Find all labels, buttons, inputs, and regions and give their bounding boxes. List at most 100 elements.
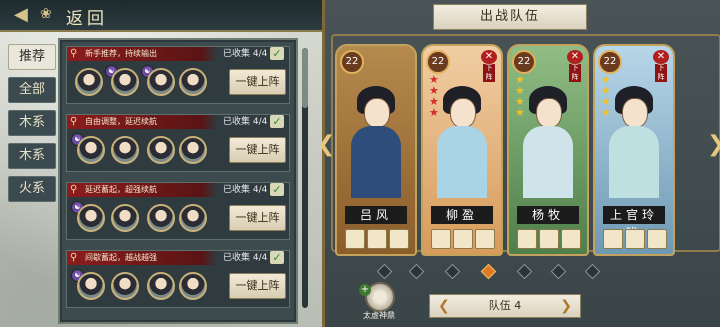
list-scrollbar[interactable] (302, 48, 308, 308)
hero-avatar[interactable] (111, 272, 139, 300)
equipment-slot[interactable] (345, 229, 365, 249)
equipment-slot[interactable] (453, 229, 473, 249)
hero-avatar[interactable] (179, 272, 207, 300)
hero-avatar[interactable] (111, 68, 139, 96)
check-icon: ✓ (270, 183, 284, 196)
card-title: 自由调整，延迟续航 (85, 117, 157, 126)
level-badge: 22 (340, 50, 364, 74)
tab-fire[interactable]: 火系 (8, 176, 56, 202)
equipment-slot[interactable] (367, 229, 387, 249)
lineup-card: ⚲ 间歇蓄起，越战越强 已收集 4/4 ✓ ☯ 一键上阵 (66, 250, 290, 308)
team-selector[interactable]: ❮ 队伍 4 ❯ (429, 294, 581, 318)
hero-avatar[interactable] (179, 136, 207, 164)
back-label[interactable]: 返回 (66, 4, 108, 29)
tab-wood-2[interactable]: 木系 (8, 143, 56, 169)
team-next-icon[interactable]: ❯ (560, 295, 572, 317)
equipment-slot[interactable] (561, 229, 581, 249)
remove-icon[interactable]: ✕ (567, 50, 583, 64)
quick-deploy-button[interactable]: 一键上阵 (229, 137, 286, 163)
prev-arrow-icon[interactable]: ❮ (317, 134, 335, 156)
team-label: 队伍 4 (488, 299, 522, 312)
magnifier-icon[interactable]: ⚲ (70, 251, 77, 265)
team-prev-icon[interactable]: ❮ (438, 295, 450, 317)
collected-count: 已收集 4/4 (223, 49, 268, 59)
lineup-card: ⚲ 自由调整，延迟续航 已收集 4/4 ✓ ☯ 一键上阵 (66, 114, 290, 172)
equipment-slot[interactable] (603, 229, 623, 249)
swirl-icon: ❀ (40, 6, 52, 22)
hero-slot-2[interactable]: 22 ★ ★ ★ ★ ✕ 下阵 柳盈 (421, 44, 503, 256)
hero-avatar[interactable] (147, 136, 175, 164)
scrollbar-thumb[interactable] (302, 48, 308, 108)
page-dot[interactable] (550, 263, 567, 280)
page-dot[interactable] (444, 263, 461, 280)
hero-avatar[interactable] (179, 68, 207, 96)
hero-face (622, 98, 648, 128)
magnifier-icon[interactable]: ⚲ (70, 183, 77, 197)
collected-count: 已收集 4/4 (223, 253, 268, 263)
collected-count: 已收集 4/4 (223, 117, 268, 127)
hero-avatar[interactable] (147, 272, 175, 300)
level-badge: 22 (512, 50, 536, 74)
quick-deploy-button[interactable]: 一键上阵 (229, 69, 286, 95)
equipment-slot[interactable] (539, 229, 559, 249)
equipment-slot[interactable] (517, 229, 537, 249)
card-title: 延迟蓄起，超强续航 (85, 185, 157, 194)
team-panel: 出战队伍 ❮ ❯ 22 吕风 22 ★★★★ ✕ 下阵 柳盈 22 ★★★★ (317, 0, 720, 327)
add-icon[interactable]: + (359, 284, 371, 296)
magnifier-icon[interactable]: ⚲ (70, 47, 77, 61)
lineup-list: ⚲ 新手推荐，持续输出 已收集 4/4 ✓ ☯ ☯ 一键上阵 ⚲ 自由调整，延迟… (58, 38, 298, 324)
hero-avatar[interactable] (77, 136, 105, 164)
equipment-slot[interactable] (647, 229, 667, 249)
lineup-card: ⚲ 新手推荐，持续输出 已收集 4/4 ✓ ☯ ☯ 一键上阵 (66, 46, 290, 104)
hero-portrait (609, 80, 659, 198)
check-icon: ✓ (270, 115, 284, 128)
equipment-slot[interactable] (475, 229, 495, 249)
tab-wood-1[interactable]: 木系 (8, 110, 56, 136)
hero-avatar[interactable] (111, 136, 139, 164)
collected-count: 已收集 4/4 (223, 185, 268, 195)
equipment-slot[interactable] (389, 229, 409, 249)
tab-recommended[interactable]: 推荐 (8, 44, 56, 70)
equipment-slot[interactable] (625, 229, 645, 249)
hero-portrait (437, 80, 487, 198)
hero-avatar[interactable] (147, 68, 175, 96)
hero-avatars: ☯ (71, 201, 211, 235)
hero-name: 吕风 (345, 206, 407, 224)
card-header: ⚲ 自由调整，延迟续航 (67, 115, 217, 129)
card-header: ⚲ 间歇蓄起，越战越强 (67, 251, 217, 265)
page-dot[interactable] (584, 263, 601, 280)
magnifier-icon[interactable]: ⚲ (70, 115, 77, 129)
hero-avatar[interactable] (75, 68, 103, 96)
hero-avatar[interactable] (77, 272, 105, 300)
card-header: ⚲ 新手推荐，持续输出 (67, 47, 217, 61)
hero-avatar[interactable] (77, 204, 105, 232)
level-badge: 22 (598, 50, 622, 74)
back-arrow-icon[interactable]: ◀ (14, 5, 36, 25)
hero-slot-4[interactable]: 22 ★★★★ ✕ 下阵 上官玲珑 (593, 44, 675, 256)
back-bar[interactable]: ◀ ❀ 返回 (0, 0, 330, 32)
page-dot[interactable] (408, 263, 425, 280)
hero-name: 柳盈 (431, 206, 493, 224)
check-icon: ✓ (270, 47, 284, 60)
next-arrow-icon[interactable]: ❯ (707, 134, 720, 156)
hero-avatar[interactable] (111, 204, 139, 232)
card-title: 新手推荐，持续输出 (85, 49, 157, 58)
remove-icon[interactable]: ✕ (481, 50, 497, 64)
quick-deploy-button[interactable]: 一键上阵 (229, 205, 286, 231)
hero-slot-1[interactable]: 22 吕风 (335, 44, 417, 256)
hero-avatar[interactable] (179, 204, 207, 232)
hero-avatar[interactable] (147, 204, 175, 232)
page-dot[interactable] (376, 263, 393, 280)
tab-all[interactable]: 全部 (8, 77, 56, 103)
quick-deploy-button[interactable]: 一键上阵 (229, 273, 286, 299)
hero-name: 杨牧 (517, 206, 579, 224)
page-dot-active[interactable] (480, 263, 497, 280)
hero-slot-3[interactable]: 22 ★ ★ ★ ★ ✕ 下阵 杨牧 (507, 44, 589, 256)
equipment-slot[interactable] (431, 229, 451, 249)
level-badge: 22 (426, 50, 450, 74)
card-title: 间歇蓄起，越战越强 (85, 253, 157, 262)
remove-icon[interactable]: ✕ (653, 50, 669, 64)
artifact-slot[interactable]: + 太虚神鼎 (359, 282, 399, 322)
hero-face (536, 98, 562, 128)
page-dot[interactable] (516, 263, 533, 280)
